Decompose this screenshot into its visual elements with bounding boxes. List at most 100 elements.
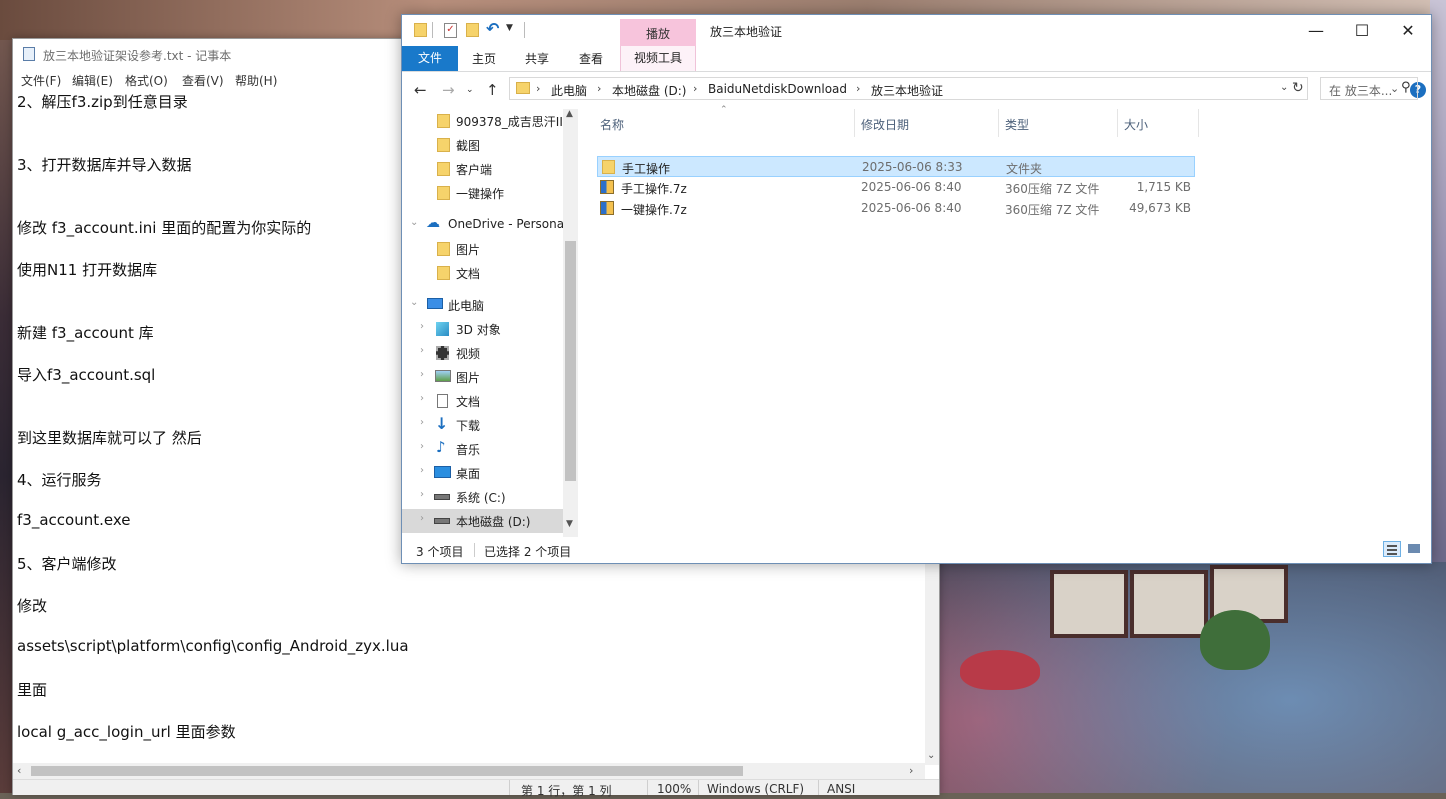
back-arrow-icon[interactable]: ← bbox=[414, 81, 427, 99]
properties-icon[interactable]: ✓ bbox=[444, 23, 457, 38]
large-icons-view-icon[interactable] bbox=[1405, 541, 1423, 557]
nav-item-onedrive[interactable]: ⌄ ☁ OneDrive - Persona bbox=[402, 213, 564, 237]
expand-chevron-icon[interactable]: › bbox=[420, 369, 424, 380]
undo-icon[interactable]: ↶ bbox=[486, 19, 499, 38]
nav-item-folder[interactable]: 图片 bbox=[402, 237, 564, 261]
menu-view[interactable]: 查看(V) bbox=[182, 72, 224, 89]
breadcrumb-baidu[interactable]: BaiduNetdiskDownload bbox=[708, 82, 847, 96]
expand-chevron-icon[interactable]: › bbox=[420, 393, 424, 404]
breadcrumb-separator-icon[interactable]: › bbox=[536, 82, 540, 95]
expand-chevron-icon[interactable]: › bbox=[420, 321, 424, 332]
nav-item-drive-d[interactable]: › 本地磁盘 (D:) bbox=[402, 509, 564, 533]
column-header-date[interactable]: 修改日期 bbox=[855, 109, 998, 137]
wallpaper-flowers bbox=[960, 650, 1040, 690]
forward-arrow-icon[interactable]: → bbox=[442, 81, 455, 99]
scroll-thumb[interactable] bbox=[31, 766, 743, 776]
breadcrumb-separator-icon[interactable]: › bbox=[693, 82, 697, 95]
qat-dropdown-icon[interactable]: ▼ bbox=[506, 23, 513, 33]
address-bar[interactable]: › 此电脑 › 本地磁盘 (D:) › BaiduNetdiskDownload… bbox=[509, 77, 1308, 100]
tab-home[interactable]: 主页 bbox=[472, 50, 496, 67]
scroll-down-arrow-icon[interactable]: ▼ bbox=[566, 519, 573, 529]
column-header-size[interactable]: 大小 bbox=[1118, 109, 1198, 137]
search-input[interactable]: 在 放三本... bbox=[1329, 82, 1392, 99]
expand-chevron-icon[interactable]: ⌄ bbox=[410, 217, 418, 228]
menu-file[interactable]: 文件(F) bbox=[21, 72, 61, 89]
breadcrumb-separator-icon[interactable]: › bbox=[597, 82, 601, 95]
ribbon-tabs: 文件 主页 共享 查看 视频工具 ⌄ ? bbox=[402, 46, 1431, 98]
expand-chevron-icon[interactable]: › bbox=[420, 465, 424, 476]
menu-help[interactable]: 帮助(H) bbox=[235, 72, 277, 89]
nav-item-this-pc[interactable]: ⌄ 此电脑 bbox=[402, 293, 564, 317]
maximize-button[interactable]: ☐ bbox=[1339, 15, 1385, 46]
nav-item-desktop[interactable]: › 桌面 bbox=[402, 461, 564, 485]
column-header-label: 修改日期 bbox=[861, 118, 910, 132]
address-dropdown-icon[interactable]: ⌄ bbox=[1280, 82, 1288, 93]
expand-chevron-icon[interactable]: › bbox=[420, 441, 424, 452]
nav-item-label: 本地磁盘 (D:) bbox=[456, 515, 531, 529]
search-icon[interactable]: ⚲ bbox=[1401, 80, 1411, 95]
nav-item-pictures[interactable]: › 图片 bbox=[402, 365, 564, 389]
expand-chevron-icon[interactable]: › bbox=[420, 489, 424, 500]
nav-pane-scrollbar[interactable]: ▲ ▼ bbox=[563, 109, 578, 537]
scroll-left-arrow-icon[interactable]: ‹ bbox=[17, 764, 21, 777]
nav-item-label: 909378_成吉思汗III bbox=[456, 115, 567, 129]
minimize-button[interactable]: — bbox=[1293, 15, 1339, 46]
text-line: f3_account.exe bbox=[17, 511, 131, 529]
up-arrow-icon[interactable]: ↑ bbox=[486, 81, 499, 99]
file-explorer-window[interactable]: ✓ ↶ ▼ 播放 放三本地验证 — ☐ ✕ 文件 主页 共享 查看 视频工具 ⌄… bbox=[401, 14, 1432, 564]
expand-chevron-icon[interactable]: ⌄ bbox=[410, 297, 418, 308]
column-header-name[interactable]: 名称 bbox=[592, 109, 854, 137]
nav-item-videos[interactable]: › 视频 bbox=[402, 341, 564, 365]
nav-item-downloads[interactable]: › ↓ 下载 bbox=[402, 413, 564, 437]
scroll-thumb[interactable] bbox=[565, 241, 576, 481]
nav-item-label: 此电脑 bbox=[448, 299, 485, 313]
expand-chevron-icon[interactable]: › bbox=[420, 513, 424, 524]
details-view-icon[interactable] bbox=[1383, 541, 1401, 557]
refresh-icon[interactable]: ↻ bbox=[1292, 80, 1304, 96]
file-row[interactable]: 手工操作 2025-06-06 8:33 文件夹 bbox=[597, 156, 1195, 177]
nav-item-folder[interactable]: 截图 bbox=[402, 133, 564, 157]
menu-format[interactable]: 格式(O) bbox=[125, 72, 168, 89]
column-divider[interactable] bbox=[1198, 109, 1199, 137]
column-header-type[interactable]: 类型 bbox=[999, 109, 1117, 137]
menu-edit[interactable]: 编辑(E) bbox=[72, 72, 113, 89]
nav-item-folder[interactable]: 客户端 bbox=[402, 157, 564, 181]
expand-chevron-icon[interactable]: › bbox=[420, 345, 424, 356]
expand-chevron-icon[interactable]: › bbox=[420, 417, 424, 428]
nav-item-3d-objects[interactable]: › 3D 对象 bbox=[402, 317, 564, 341]
close-button[interactable]: ✕ bbox=[1385, 15, 1431, 46]
search-box[interactable]: 在 放三本... ⚲ bbox=[1320, 77, 1418, 100]
tab-video-tools[interactable]: 视频工具 bbox=[620, 46, 696, 71]
nav-item-label: 文档 bbox=[456, 395, 481, 409]
navigation-pane[interactable]: 909378_成吉思汗III 截图 客户端 一键操作 ⌄ ☁ OneDrive … bbox=[402, 109, 578, 537]
nav-item-drive-c[interactable]: › 系统 (C:) bbox=[402, 485, 564, 509]
nav-item-folder[interactable]: 一键操作 bbox=[402, 181, 564, 205]
recent-locations-icon[interactable]: ⌄ bbox=[466, 85, 474, 95]
breadcrumb-this-pc[interactable]: 此电脑 bbox=[551, 82, 587, 99]
nav-item-music[interactable]: › ♪ 音乐 bbox=[402, 437, 564, 461]
scroll-down-arrow-icon[interactable]: ⌄ bbox=[927, 750, 935, 761]
tab-file[interactable]: 文件 bbox=[402, 46, 458, 71]
tab-view[interactable]: 查看 bbox=[579, 50, 603, 67]
file-row[interactable]: 手工操作.7z 2025-06-06 8:40 360压缩 7Z 文件 1,71… bbox=[597, 177, 1195, 198]
scroll-up-arrow-icon[interactable]: ▲ bbox=[566, 109, 573, 119]
file-name: 手工操作 bbox=[622, 162, 671, 176]
pictures-icon bbox=[435, 370, 451, 382]
nav-item-folder[interactable]: 文档 bbox=[402, 261, 564, 285]
file-size: 1,715 KB bbox=[1136, 180, 1191, 194]
scroll-right-arrow-icon[interactable]: › bbox=[909, 764, 913, 777]
file-list[interactable]: ⌃ 名称 修改日期 类型 大小 手工操作 2025-06-06 8:33 文件夹… bbox=[592, 105, 1412, 537]
breadcrumb-separator-icon[interactable]: › bbox=[856, 82, 860, 95]
notepad-horizontal-scrollbar[interactable]: ‹ › bbox=[13, 763, 925, 779]
nav-item-documents[interactable]: › 文档 bbox=[402, 389, 564, 413]
file-row[interactable]: 一键操作.7z 2025-06-06 8:40 360压缩 7Z 文件 49,6… bbox=[597, 198, 1195, 219]
wallpaper-plant bbox=[1200, 610, 1270, 670]
tab-share[interactable]: 共享 bbox=[525, 50, 549, 67]
folder-icon bbox=[437, 266, 450, 280]
breadcrumb-current[interactable]: 放三本地验证 bbox=[871, 82, 943, 99]
new-folder-icon[interactable] bbox=[466, 23, 479, 37]
nav-item-folder[interactable]: 909378_成吉思汗III bbox=[402, 109, 567, 133]
breadcrumb-drive-d[interactable]: 本地磁盘 (D:) bbox=[612, 82, 686, 99]
nav-item-label: 桌面 bbox=[456, 467, 481, 481]
explorer-title-bar[interactable]: ✓ ↶ ▼ 播放 放三本地验证 — ☐ ✕ bbox=[402, 15, 1431, 46]
